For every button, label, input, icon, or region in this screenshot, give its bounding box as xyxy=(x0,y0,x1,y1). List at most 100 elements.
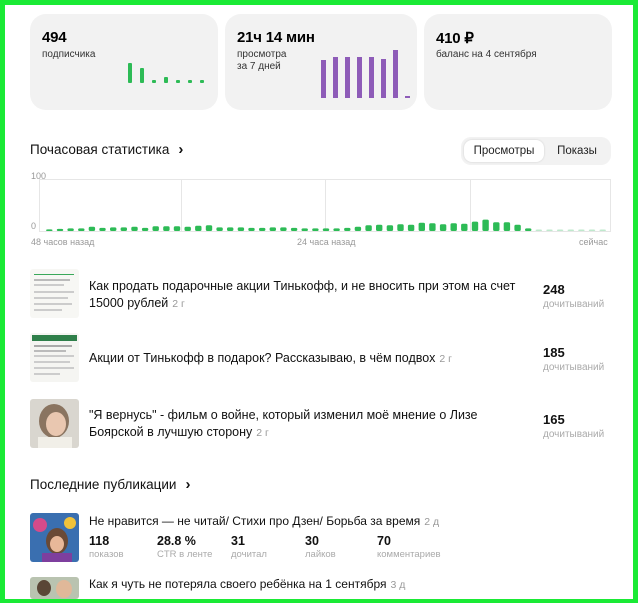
chart-bar[interactable] xyxy=(312,228,319,231)
chart-bar[interactable] xyxy=(141,227,149,231)
chart-bar[interactable] xyxy=(439,224,447,231)
chevron-right-icon: › xyxy=(178,141,184,158)
metric-value: 28.8 % xyxy=(157,534,196,548)
chart-bar[interactable] xyxy=(56,228,64,231)
hourly-stats-header[interactable]: Почасовая статистика › xyxy=(30,142,183,157)
metric-label: комментариев xyxy=(377,549,441,560)
spark-bar xyxy=(176,80,180,83)
chart-bar[interactable] xyxy=(354,226,362,231)
chart-bar[interactable] xyxy=(110,227,117,231)
chevron-right-icon: › xyxy=(185,476,191,493)
metric-toggle: Просмотры Показы xyxy=(461,137,611,165)
x-label-left: 48 часов назад xyxy=(31,237,95,247)
balance-card[interactable]: 410 ₽ баланс на 4 сентября xyxy=(424,14,612,110)
chart-bar[interactable] xyxy=(461,223,468,231)
subscribers-label: подписчика xyxy=(42,49,96,60)
subscribers-card[interactable]: 494 подписчика xyxy=(30,14,218,110)
article-title-text: Как продать подарочные акции Тинькофф, и… xyxy=(89,279,516,310)
chart-bar[interactable] xyxy=(237,227,245,231)
chart-bar[interactable] xyxy=(588,229,596,232)
chart-bar[interactable] xyxy=(131,226,138,231)
stats-page: 494 подписчика 21ч 14 мин просмотра за 7… xyxy=(5,5,633,599)
chart-bar[interactable] xyxy=(493,222,500,231)
chart-bar[interactable] xyxy=(259,227,266,231)
chart-bar[interactable] xyxy=(471,221,479,231)
chart-bar[interactable] xyxy=(546,229,553,232)
chart-bar[interactable] xyxy=(482,219,489,231)
metric-label: показов xyxy=(89,549,124,560)
chart-bar[interactable] xyxy=(450,223,457,231)
metric-value: 118 xyxy=(89,534,110,548)
y-tick-max: 100 xyxy=(31,171,46,181)
chart-bar[interactable] xyxy=(163,226,170,231)
read-count: 165 дочитываний xyxy=(543,412,604,440)
chart-bar[interactable] xyxy=(205,225,213,231)
toggle-impressions[interactable]: Показы xyxy=(547,140,607,162)
chart-bar[interactable] xyxy=(184,226,191,231)
chart-bar[interactable] xyxy=(195,225,202,231)
chart-bar[interactable] xyxy=(599,229,606,232)
recent-publications-header[interactable]: Последние публикации › xyxy=(30,477,190,492)
watch-time-label-2: за 7 дней xyxy=(237,61,281,72)
spark-bar xyxy=(381,59,386,98)
article-thumbnail xyxy=(30,399,79,448)
toggle-views[interactable]: Просмотры xyxy=(464,140,544,162)
chart-bar[interactable] xyxy=(535,229,542,232)
hourly-chart: 100 0 48 часов назад 24 часа назад сейча… xyxy=(31,171,611,247)
spark-bar xyxy=(369,57,374,98)
chart-bar[interactable] xyxy=(227,227,234,231)
metric-label: лайков xyxy=(305,549,336,560)
watch-time-card[interactable]: 21ч 14 мин просмотра за 7 дней xyxy=(225,14,417,110)
chart-bar[interactable] xyxy=(248,227,255,231)
chart-bar[interactable] xyxy=(386,225,394,231)
chart-bar[interactable] xyxy=(88,226,96,231)
chart-bar[interactable] xyxy=(407,224,415,231)
chart-bar[interactable] xyxy=(333,228,340,231)
chart-bar[interactable] xyxy=(67,228,74,231)
chart-bar[interactable] xyxy=(173,226,181,231)
chart-bar[interactable] xyxy=(216,227,223,231)
chart-bar[interactable] xyxy=(46,229,53,231)
metric-ctr: 28.8 % CTR в ленте xyxy=(157,534,212,560)
chart-bar[interactable] xyxy=(429,223,436,231)
chart-bar[interactable] xyxy=(301,228,308,231)
read-count-label: дочитываний xyxy=(543,429,605,440)
publication-thumbnail xyxy=(30,577,79,599)
chart-bar[interactable] xyxy=(578,229,585,232)
chart-bar[interactable] xyxy=(344,227,351,231)
chart-bar[interactable] xyxy=(152,226,159,231)
chart-bar[interactable] xyxy=(418,222,425,231)
hourly-stats-title: Почасовая статистика xyxy=(30,142,170,157)
chart-bar[interactable] xyxy=(280,227,287,231)
chart-bar[interactable] xyxy=(556,229,564,232)
read-count-label: дочитываний xyxy=(543,362,605,373)
chart-bar[interactable] xyxy=(365,225,372,231)
chart-bar[interactable] xyxy=(78,228,85,231)
metric-value: 30 xyxy=(305,534,319,548)
spark-bar xyxy=(164,77,168,83)
publication-age: 2 д xyxy=(424,516,440,528)
spark-bar xyxy=(188,80,192,83)
chart-bar[interactable] xyxy=(120,227,127,231)
watch-time-sparkline xyxy=(321,50,410,98)
chart-bar[interactable] xyxy=(503,222,511,231)
chart-bar[interactable] xyxy=(514,224,521,231)
metric-comments: 70 комментариев xyxy=(377,534,441,560)
chart-bar[interactable] xyxy=(290,227,298,231)
spark-bar xyxy=(357,57,362,98)
article-title: "Я вернусь" - фильм о войне, который изм… xyxy=(89,407,529,442)
metric-label: дочитал xyxy=(231,549,267,560)
article-age: 2 г xyxy=(439,353,452,365)
chart-bar[interactable] xyxy=(322,228,330,231)
spark-bar xyxy=(128,63,132,83)
chart-bar[interactable] xyxy=(525,228,532,231)
chart-bar[interactable] xyxy=(376,224,383,231)
chart-bar[interactable] xyxy=(99,227,106,231)
article-title-text: Акции от Тинькофф в подарок? Рассказываю… xyxy=(89,351,436,365)
hourly-bars xyxy=(46,219,606,232)
chart-bar[interactable] xyxy=(269,227,276,231)
chart-bar[interactable] xyxy=(567,229,574,232)
spark-bar xyxy=(200,80,204,83)
spark-bar xyxy=(393,50,398,98)
chart-bar[interactable] xyxy=(397,224,404,231)
